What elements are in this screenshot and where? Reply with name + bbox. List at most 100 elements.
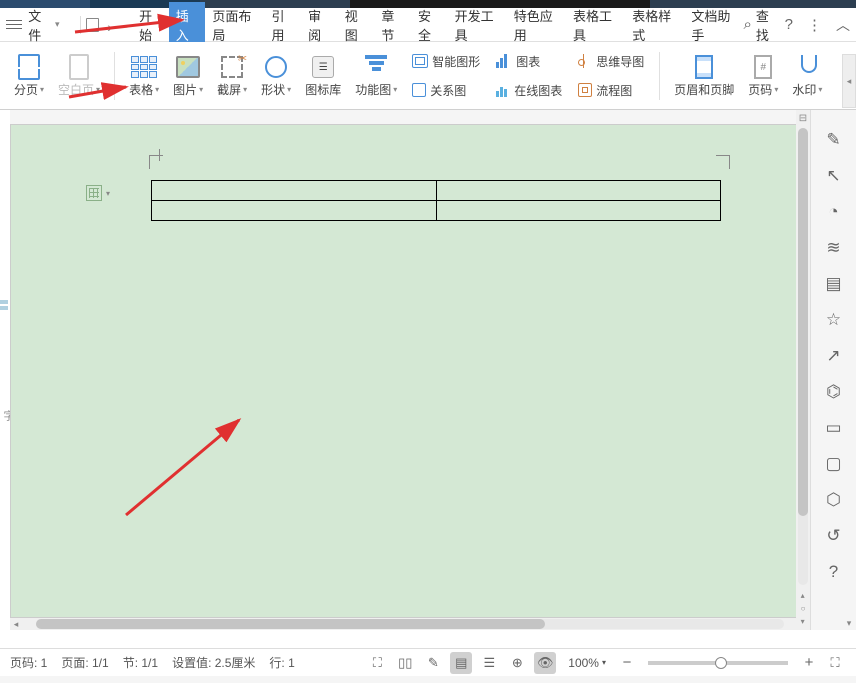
search-icon xyxy=(744,16,752,33)
vertical-scrollbar[interactable]: ⊟ ▴ ○ ▾ xyxy=(796,110,810,630)
tab-page-layout[interactable]: 页面布局 xyxy=(205,2,264,48)
tab-table-style[interactable]: 表格样式 xyxy=(625,2,684,48)
horizontal-scrollbar[interactable]: ◂ ▸ xyxy=(10,618,810,630)
zoom-slider[interactable] xyxy=(648,661,788,665)
status-page-code[interactable]: 页码: 1 xyxy=(10,654,47,671)
hscroll-track[interactable] xyxy=(36,619,784,629)
hscroll-thumb[interactable] xyxy=(36,619,545,629)
table-row[interactable] xyxy=(152,181,721,201)
vscroll-track[interactable] xyxy=(798,128,808,585)
view-eye-icon[interactable]: 👁 xyxy=(534,652,556,674)
scroll-mid-icon[interactable]: ○ xyxy=(801,604,806,613)
window-icon[interactable] xyxy=(86,18,99,32)
vscroll-options-icon[interactable]: ⊟ xyxy=(796,110,810,126)
search-button[interactable]: 查找 xyxy=(744,6,771,44)
shape-button[interactable]: 形状▾ xyxy=(257,46,295,106)
side-share-icon[interactable]: ↗ xyxy=(818,338,850,374)
relation-icon xyxy=(412,83,426,97)
header-footer-button[interactable]: 页眉和页脚 xyxy=(670,46,738,106)
side-history-icon[interactable]: ↺ xyxy=(818,518,850,554)
more-icon[interactable]: ⋮ xyxy=(807,16,822,34)
side-wave-icon[interactable]: ≋ xyxy=(818,230,850,266)
smart-graphic-icon xyxy=(412,54,428,68)
status-section[interactable]: 节: 1/1 xyxy=(123,654,158,671)
menu-tabs: 开始 插入 页面布局 引用 审阅 视图 章节 安全 开发工具 特色应用 表格工具… xyxy=(132,2,743,48)
collapse-ribbon-icon[interactable]: ︿ xyxy=(836,15,850,35)
table-button[interactable]: 表格▾ xyxy=(125,46,163,106)
table-cell[interactable] xyxy=(436,201,721,221)
side-square-icon[interactable]: ▢ xyxy=(818,446,850,482)
tab-security[interactable]: 安全 xyxy=(411,2,448,48)
side-pencil-icon[interactable]: ✎ xyxy=(818,122,850,158)
scroll-down-icon[interactable]: ▾ xyxy=(801,617,806,626)
zoom-select[interactable]: 100% ▾ xyxy=(568,656,606,670)
ruler-marks xyxy=(0,300,10,312)
help-icon[interactable]: ? xyxy=(785,16,793,33)
menubar: 文件 ▾ 开始 插入 页面布局 引用 审阅 视图 章节 安全 开发工具 特色应用… xyxy=(0,8,856,42)
page-number-button[interactable]: # 页码▾ xyxy=(744,46,782,106)
status-page[interactable]: 页面: 1/1 xyxy=(61,654,108,671)
watermark-button[interactable]: 水印▾ xyxy=(788,46,826,106)
side-circle-icon[interactable]: ◔ xyxy=(818,194,850,230)
tab-special[interactable]: 特色应用 xyxy=(507,2,566,48)
view-web-icon[interactable]: ⊕ xyxy=(506,652,528,674)
tab-review[interactable]: 审阅 xyxy=(301,2,338,48)
zoom-in-icon[interactable]: + xyxy=(800,654,818,672)
view-fullscreen-icon[interactable]: ⛶ xyxy=(366,652,388,674)
tab-view[interactable]: 视图 xyxy=(338,2,375,48)
tab-insert[interactable]: 插入 xyxy=(169,2,206,48)
online-chart-button[interactable]: 在线图表 xyxy=(491,77,567,103)
document-page[interactable]: ▾ xyxy=(10,124,810,618)
zoom-fit-icon[interactable]: ⛶ xyxy=(824,652,846,674)
forward-icon[interactable] xyxy=(107,19,118,31)
file-menu[interactable]: 文件 ▾ xyxy=(28,6,59,44)
status-position[interactable]: 设置值: 2.5厘米 xyxy=(172,654,255,671)
tab-references[interactable]: 引用 xyxy=(265,2,302,48)
screenshot-button[interactable]: 截屏▾ xyxy=(213,46,251,106)
page-break-button[interactable]: 分页▾ xyxy=(10,46,48,106)
func-graph-button[interactable]: 功能图▾ xyxy=(351,46,401,106)
scroll-left-icon[interactable]: ◂ xyxy=(10,619,22,630)
icon-library-button[interactable]: ☰ 图标库 xyxy=(301,46,345,106)
chart-button[interactable]: 图表 xyxy=(491,48,567,74)
side-collapse-button[interactable]: ◂ xyxy=(842,54,856,108)
table-move-handle[interactable]: ▾ xyxy=(86,185,110,201)
side-hex-icon[interactable]: ⌬ xyxy=(818,374,850,410)
hamburger-icon[interactable] xyxy=(6,20,22,29)
flowchart-button[interactable]: 流程图 xyxy=(573,77,649,103)
tab-chapter[interactable]: 章节 xyxy=(374,2,411,48)
side-layout-icon[interactable]: ▤ xyxy=(818,266,850,302)
blank-page-button[interactable]: 空白页▾ xyxy=(54,46,104,106)
inserted-table[interactable] xyxy=(151,180,721,221)
scroll-up-icon[interactable]: ▴ xyxy=(801,591,806,600)
vscroll-thumb[interactable] xyxy=(798,128,808,516)
tab-doc-assistant[interactable]: 文档助手 xyxy=(684,2,743,48)
tab-dev-tools[interactable]: 开发工具 xyxy=(448,2,507,48)
zoom-slider-thumb[interactable] xyxy=(715,657,727,669)
view-outline-icon[interactable]: ☰ xyxy=(478,652,500,674)
chevron-down-icon: ▾ xyxy=(243,85,247,94)
side-help-icon[interactable]: ? xyxy=(818,554,850,590)
table-cell[interactable] xyxy=(152,201,437,221)
side-hexagon-icon[interactable]: ⬡ xyxy=(818,482,850,518)
side-star-icon[interactable]: ☆ xyxy=(818,302,850,338)
tab-start[interactable]: 开始 xyxy=(132,2,169,48)
table-cell[interactable] xyxy=(152,181,437,201)
tab-table-tools[interactable]: 表格工具 xyxy=(566,2,625,48)
image-button[interactable]: 图片▾ xyxy=(169,46,207,106)
table-cell[interactable] xyxy=(436,181,721,201)
status-line[interactable]: 行: 1 xyxy=(269,654,294,671)
side-rect-icon[interactable]: ▭ xyxy=(818,410,850,446)
side-expand-icon[interactable]: ▾ xyxy=(842,616,856,630)
view-edit-icon[interactable]: ✎ xyxy=(422,652,444,674)
relation-button[interactable]: 关系图 xyxy=(407,77,485,103)
view-page-icon[interactable]: ▤ xyxy=(450,652,472,674)
view-reading-icon[interactable]: ▯▯ xyxy=(394,652,416,674)
zoom-out-icon[interactable]: − xyxy=(618,654,636,672)
smart-graphic-button[interactable]: 智能图形 xyxy=(407,48,485,74)
mind-map-button[interactable]: 思维导图 xyxy=(573,48,649,74)
side-cursor-icon[interactable]: ↖ xyxy=(818,158,850,194)
table-handle-icon xyxy=(86,185,102,201)
table-row[interactable] xyxy=(152,201,721,221)
chevron-down-icon: ▾ xyxy=(55,19,60,30)
